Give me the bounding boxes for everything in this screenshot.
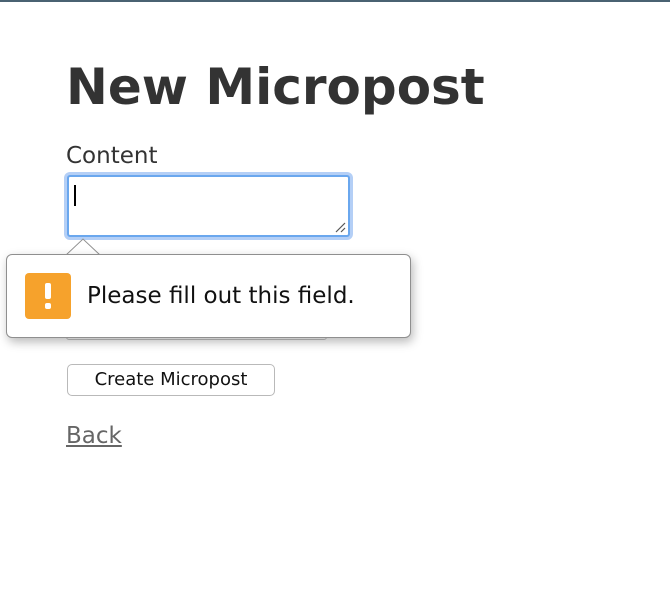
warning-icon bbox=[25, 273, 71, 319]
exclamation-bar bbox=[45, 283, 51, 299]
validation-message: Please fill out this field. bbox=[87, 283, 355, 309]
back-link[interactable]: Back bbox=[66, 422, 122, 450]
create-micropost-button[interactable]: Create Micropost bbox=[67, 364, 275, 396]
validation-tooltip: Please fill out this field. bbox=[6, 254, 411, 338]
top-divider bbox=[0, 0, 670, 2]
resize-handle-icon[interactable] bbox=[334, 221, 346, 233]
content-textarea[interactable] bbox=[67, 175, 350, 237]
tooltip-arrow bbox=[66, 238, 102, 255]
content-label: Content bbox=[66, 143, 158, 169]
text-caret bbox=[74, 185, 76, 206]
page-title: New Micropost bbox=[66, 58, 485, 116]
exclamation-dot bbox=[45, 303, 51, 309]
